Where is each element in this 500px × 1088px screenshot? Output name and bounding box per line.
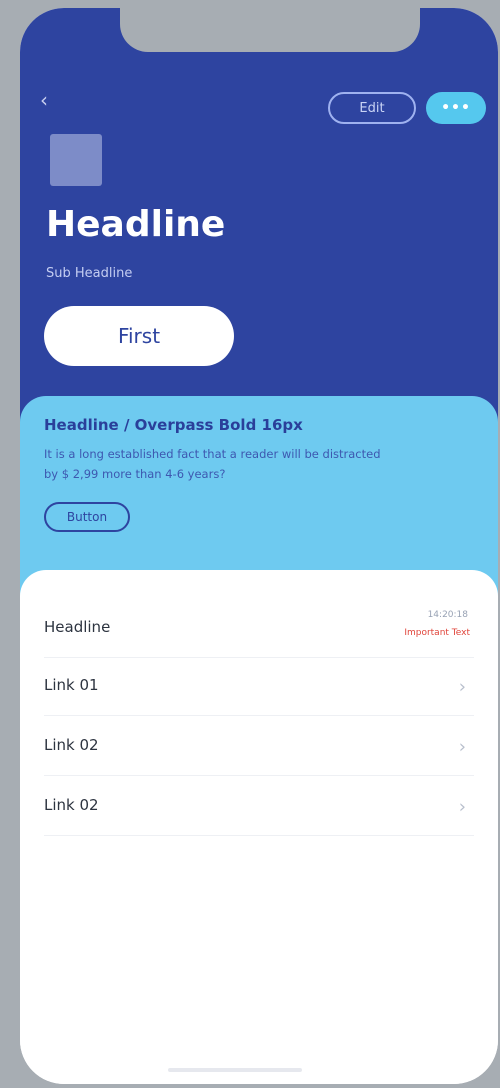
content-card: Headline 14:20:18 Important Text Link 01… (20, 570, 498, 1084)
timestamp: 14:20:18 (427, 610, 468, 620)
banner-button[interactable]: Button (44, 502, 130, 532)
header: ‹ Edit ••• Headline Sub Headline First (20, 8, 498, 428)
page-subtitle: Sub Headline (46, 266, 133, 281)
phone-frame: ‹ Edit ••• Headline Sub Headline First H… (20, 8, 498, 1084)
list-item-label: Link 02 (44, 796, 99, 815)
page-title: Headline (46, 204, 226, 245)
chevron-right-icon: › (458, 796, 466, 817)
important-tag: Important Text (404, 628, 470, 638)
list-item-link-02[interactable]: Link 02 › (44, 718, 474, 776)
back-chevron-icon[interactable]: ‹ (40, 90, 48, 110)
avatar-placeholder (50, 134, 102, 186)
more-button[interactable]: ••• (426, 92, 486, 124)
chevron-right-icon: › (458, 676, 466, 697)
home-indicator (168, 1068, 302, 1072)
banner-body: It is a long established fact that a rea… (44, 447, 381, 481)
notch (120, 8, 420, 52)
list-item-label: Link 02 (44, 736, 99, 755)
list-item-link-01[interactable]: Link 01 › (44, 658, 474, 716)
list-item-label: Link 01 (44, 676, 99, 695)
first-button[interactable]: First (44, 306, 234, 366)
banner-title: Headline / Overpass Bold 16px (44, 416, 303, 434)
list-item-link-03[interactable]: Link 02 › (44, 778, 474, 836)
list-item-label: Headline (44, 618, 111, 637)
list-item-headline[interactable]: Headline 14:20:18 Important Text (44, 600, 474, 658)
chevron-right-icon: › (458, 736, 466, 757)
edit-button[interactable]: Edit (328, 92, 416, 124)
